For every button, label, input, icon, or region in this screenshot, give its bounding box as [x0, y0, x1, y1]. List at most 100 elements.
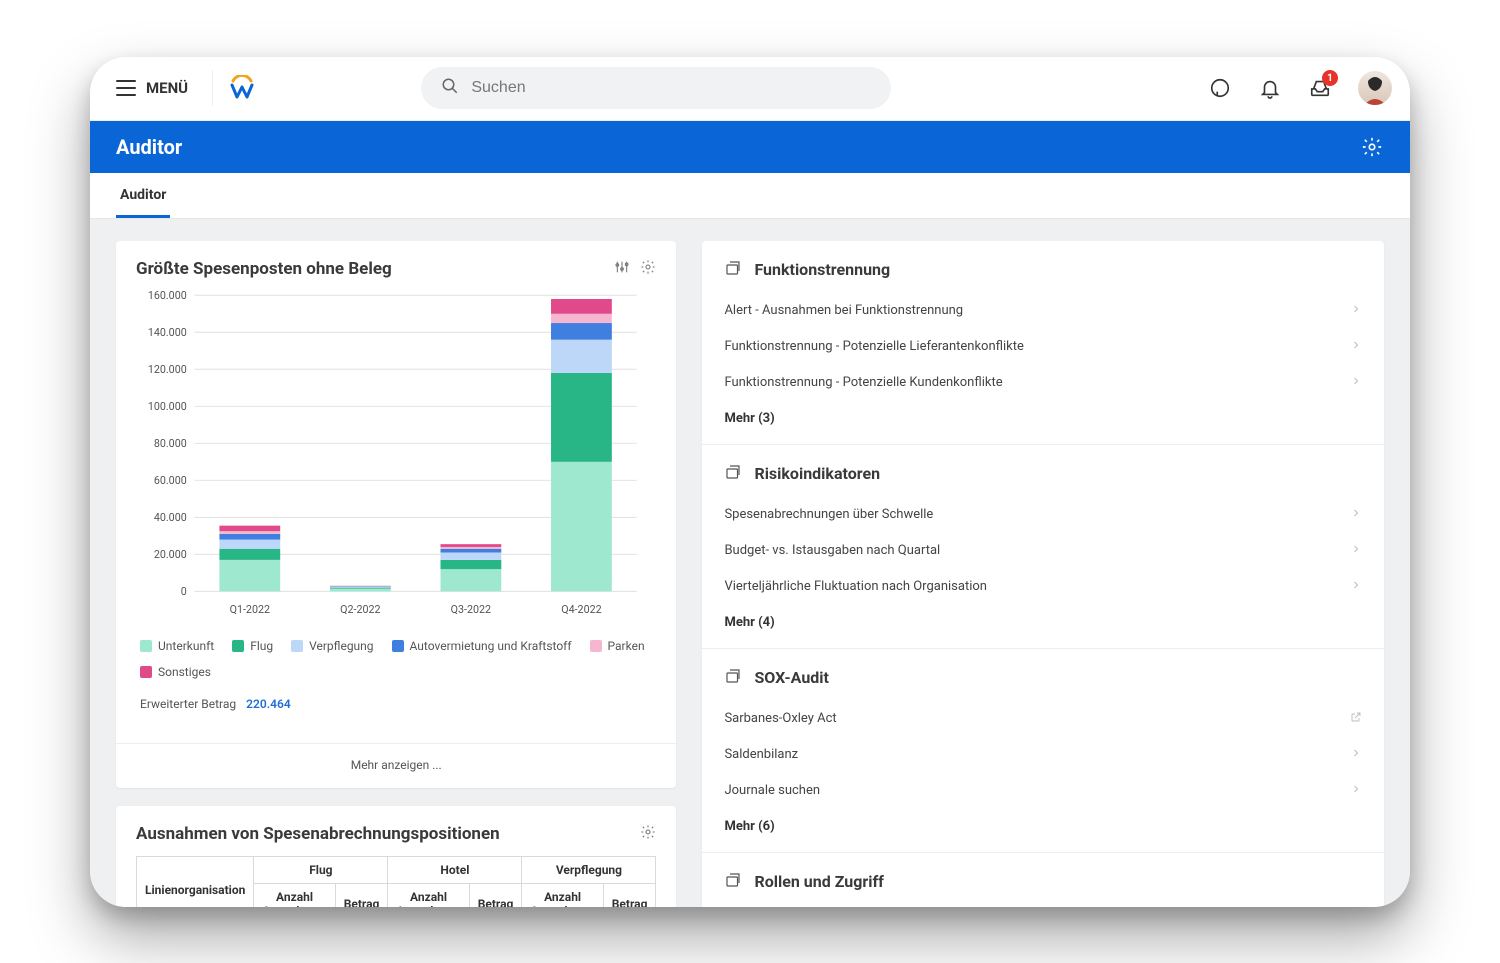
chevron-right-icon	[1350, 747, 1362, 763]
legend-item[interactable]: Unterkunft	[140, 639, 214, 653]
widget-title: Risikoindikatoren	[754, 464, 880, 483]
chevron-right-icon	[1350, 579, 1362, 595]
chevron-right-icon	[1350, 543, 1362, 559]
chevron-right-icon	[1350, 339, 1362, 355]
col-org: Linienorganisation	[137, 856, 254, 907]
page-settings-button[interactable]	[1360, 135, 1384, 159]
widget: SOX-Audit Sarbanes-Oxley Act Saldenbilanz J…	[702, 648, 1384, 852]
tab-auditor[interactable]: Auditor	[116, 187, 170, 218]
legend-item[interactable]: Parken	[590, 639, 645, 653]
report-link[interactable]: Vierteljährliche Fluktuation nach Organi…	[724, 569, 1362, 605]
widget: Risikoindikatoren Spesenabrechnungen über…	[702, 444, 1384, 648]
report-link-label: Funktionstrennung - Potenzielle Kundenko…	[724, 375, 1002, 390]
menu-button[interactable]: MENÜ	[108, 73, 196, 103]
chart-settings-icon[interactable]	[640, 259, 656, 279]
report-link-label: Saldenbilanz	[724, 747, 798, 762]
report-link-label: Alert - Ausnahmen bei Funktionstrennung	[724, 303, 963, 318]
menu-label: MENÜ	[146, 79, 188, 97]
divider	[212, 70, 213, 106]
exceptions-card: Ausnahmen von Spesenabrechnungspositione…	[116, 806, 676, 907]
inbox-icon[interactable]: 1	[1308, 76, 1332, 100]
search-input[interactable]	[471, 79, 871, 97]
col-sub: Anzahl Ausnahmen	[254, 883, 335, 907]
right-panel: Funktionstrennung Alert - Ausnahmen bei F…	[702, 241, 1384, 907]
svg-text:Q4-2022: Q4-2022	[561, 602, 601, 615]
svg-text:20.000: 20.000	[154, 548, 187, 561]
col-group: Flug	[254, 856, 388, 883]
widget-title: SOX-Audit	[754, 668, 829, 687]
legend-swatch	[232, 640, 244, 652]
page-title: Auditor	[116, 135, 182, 159]
report-link-label: Spesenabrechnungen über Schwelle	[724, 507, 933, 522]
chart-show-more[interactable]: Mehr anzeigen ...	[116, 743, 676, 788]
legend-label: Verpflegung	[309, 639, 373, 653]
col-sub: Anzahl Ausnahmen	[522, 883, 603, 907]
report-link[interactable]: Spesenabrechnungen über Schwelle	[724, 497, 1362, 533]
stack-icon	[724, 871, 742, 893]
report-link[interactable]: Funktionstrennung - Potenzielle Kundenko…	[724, 365, 1362, 401]
exceptions-title: Ausnahmen von Spesenabrechnungspositione…	[136, 824, 500, 844]
legend-label: Flug	[250, 639, 273, 653]
inbox-badge: 1	[1322, 70, 1338, 86]
chevron-right-icon	[1350, 375, 1362, 391]
external-link-icon	[1350, 711, 1362, 727]
report-link-label: Vierteljährliche Fluktuation nach Organi…	[724, 579, 987, 594]
svg-text:0: 0	[181, 585, 187, 598]
col-sub: Betrag	[469, 883, 522, 907]
notifications-icon[interactable]	[1258, 76, 1282, 100]
report-link[interactable]: Budget- vs. Istausgaben nach Quartal	[724, 533, 1362, 569]
more-link[interactable]: Mehr (3)	[724, 401, 1362, 430]
report-link[interactable]: Alert - Ausnahmen bei Funktionstrennung	[724, 293, 1362, 329]
stack-icon	[724, 667, 742, 689]
chart-title: Größte Spesenposten ohne Beleg	[136, 259, 392, 279]
svg-text:40.000: 40.000	[154, 511, 187, 524]
report-link-label: Journale suchen	[724, 783, 820, 798]
legend-item[interactable]: Sonstiges	[140, 665, 211, 679]
exceptions-table: LinienorganisationFlugHotelVerpflegungAn…	[136, 856, 656, 907]
legend-item[interactable]: Flug	[232, 639, 273, 653]
chart-legend: Unterkunft Flug Verpflegung Autovermietung …	[136, 625, 656, 689]
report-link-label: Sarbanes-Oxley Act	[724, 711, 836, 726]
widget-title: Funktionstrennung	[754, 260, 890, 279]
svg-text:120.000: 120.000	[148, 363, 187, 376]
col-group: Hotel	[388, 856, 522, 883]
legend-swatch	[140, 640, 152, 652]
col-sub: Betrag	[335, 883, 388, 907]
stack-icon	[724, 259, 742, 281]
chevron-right-icon	[1350, 783, 1362, 799]
extended-amount-value[interactable]: 220.464	[246, 697, 291, 711]
search-box[interactable]	[421, 67, 891, 109]
avatar[interactable]	[1358, 71, 1392, 105]
legend-swatch	[590, 640, 602, 652]
col-sub: Betrag	[603, 883, 656, 907]
chart-config-icon[interactable]	[614, 259, 630, 279]
stack-icon	[724, 463, 742, 485]
report-link-label: Budget- vs. Istausgaben nach Quartal	[724, 543, 940, 558]
page-header: Auditor	[90, 121, 1410, 173]
legend-label: Sonstiges	[158, 665, 211, 679]
content: Größte Spesenposten ohne Beleg 0 20.000 40…	[90, 219, 1410, 907]
chevron-right-icon	[1350, 303, 1362, 319]
legend-item[interactable]: Autovermietung und Kraftstoff	[392, 639, 572, 653]
svg-text:100.000: 100.000	[148, 400, 187, 413]
report-link[interactable]: Sarbanes-Oxley Act	[724, 701, 1362, 737]
search-icon	[441, 77, 459, 99]
report-link[interactable]: Saldenbilanz	[724, 737, 1362, 773]
svg-text:Q2-2022: Q2-2022	[340, 602, 380, 615]
legend-item[interactable]: Verpflegung	[291, 639, 373, 653]
svg-text:Q1-2022: Q1-2022	[230, 602, 270, 615]
report-link-label: Funktionstrennung - Potenzielle Lieferan…	[724, 339, 1023, 354]
legend-label: Parken	[608, 639, 645, 653]
report-link[interactable]: Funktionstrennung - Potenzielle Lieferan…	[724, 329, 1362, 365]
chat-icon[interactable]	[1208, 76, 1232, 100]
more-link[interactable]: Mehr (4)	[724, 605, 1362, 634]
widget: Rollen und Zugriff	[702, 852, 1384, 907]
report-link[interactable]: Journale suchen	[724, 773, 1362, 809]
more-link[interactable]: Mehr (6)	[724, 809, 1362, 838]
col-sub: Anzahl Ausnahmen	[388, 883, 469, 907]
stacked-bar-chart: 020.00040.00060.00080.000100.000120.0001…	[140, 285, 646, 625]
app-logo[interactable]	[229, 75, 255, 101]
svg-text:60.000: 60.000	[154, 474, 187, 487]
exceptions-settings-icon[interactable]	[640, 824, 656, 844]
svg-text:80.000: 80.000	[154, 437, 187, 450]
